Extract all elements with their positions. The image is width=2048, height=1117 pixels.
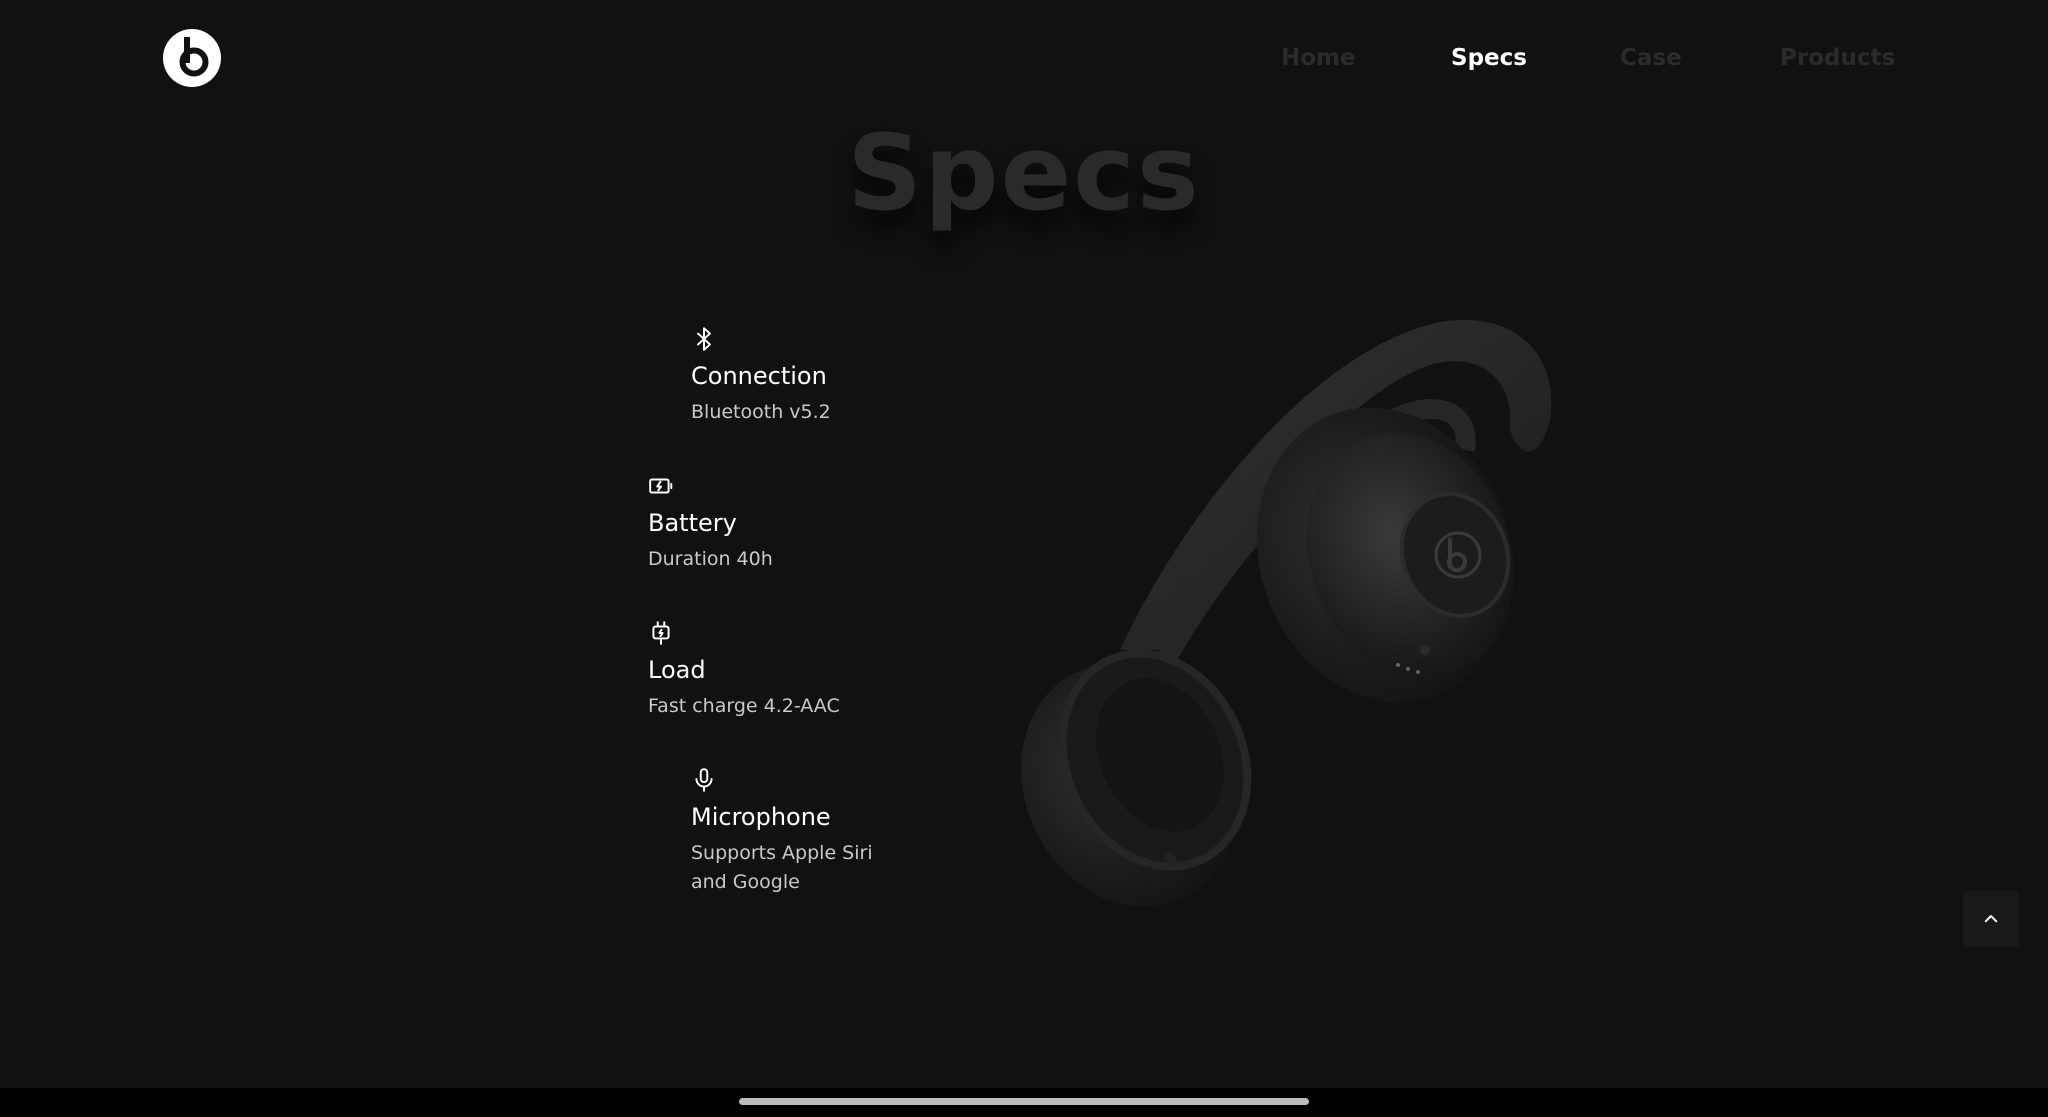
- headphones-image: [1021, 319, 1552, 907]
- spec-desc: Supports Apple Siri and Google: [691, 842, 873, 893]
- battery-charging-icon: [649, 478, 673, 494]
- spec-item-microphone: Microphone Supports Apple Siri and Googl…: [691, 767, 911, 897]
- scroll-to-top-button[interactable]: [1963, 891, 2019, 947]
- spec-item-connection: Connection Bluetooth v5.2: [691, 326, 911, 427]
- spec-name: Load: [648, 656, 706, 684]
- microphone-icon: [695, 768, 713, 792]
- specs-page: Home Specs Case Products Specs Connectio…: [0, 0, 2048, 1117]
- spec-desc: Fast charge 4.2-AAC: [648, 695, 840, 717]
- scrollbar-thumb[interactable]: [739, 1098, 1309, 1105]
- nav-home-link[interactable]: Home: [1281, 40, 1356, 76]
- spec-name: Battery: [648, 509, 737, 537]
- plug-icon: [652, 621, 670, 645]
- spec-name: Connection: [691, 362, 827, 390]
- chevron-up-icon: [1984, 915, 1998, 923]
- horizontal-scrollbar[interactable]: [0, 1088, 2048, 1117]
- spec-name: Microphone: [691, 803, 831, 831]
- spec-desc: Duration 40h: [648, 548, 773, 570]
- bluetooth-icon: [697, 327, 711, 351]
- spec-item-battery: Battery Duration 40h: [648, 473, 868, 574]
- section-title: Specs: [847, 112, 1201, 234]
- spec-item-load: Load Fast charge 4.2-AAC: [648, 620, 868, 721]
- nav-case-link[interactable]: Case: [1620, 40, 1682, 76]
- main-nav: Home Specs Case Products: [0, 40, 2048, 76]
- nav-specs-link[interactable]: Specs: [1451, 40, 1527, 76]
- spec-desc: Bluetooth v5.2: [691, 401, 831, 423]
- nav-products-link[interactable]: Products: [1780, 40, 1895, 76]
